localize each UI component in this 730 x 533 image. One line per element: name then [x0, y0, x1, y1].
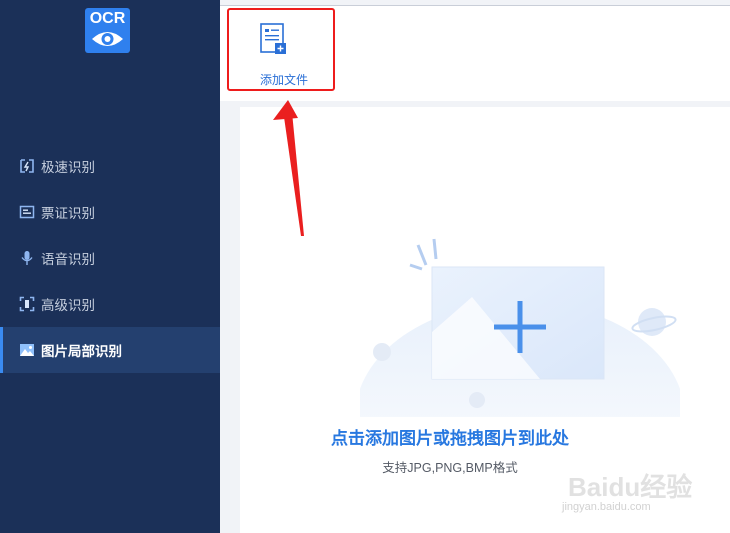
eye-icon — [92, 32, 123, 46]
sidebar: OCR 极速识别 票证识别 语音识别 高级识别 图片局部识别 — [0, 0, 220, 533]
sidebar-item-voice-recognition[interactable]: 语音识别 — [0, 235, 220, 281]
image-icon — [20, 344, 34, 356]
sidebar-item-ticket-recognition[interactable]: 票证识别 — [0, 189, 220, 235]
add-file-label: 添加文件 — [259, 73, 308, 87]
sidebar-item-label: 高级识别 — [41, 298, 95, 313]
drop-zone[interactable]: 点击添加图片或拖拽图片到此处 支持JPG,PNG,BMP格式 — [240, 107, 730, 533]
sidebar-item-label: 图片局部识别 — [41, 344, 122, 359]
sidebar-item-label: 极速识别 — [41, 160, 95, 175]
ticket-icon — [19, 205, 35, 219]
sidebar-item-advanced-recognition[interactable]: 高级识别 — [0, 281, 220, 327]
sidebar-nav: 极速识别 票证识别 语音识别 高级识别 图片局部识别 — [0, 143, 220, 373]
sidebar-item-label: 票证识别 — [41, 206, 95, 221]
add-image-illustration — [360, 238, 680, 417]
sidebar-item-fast-recognition[interactable]: 极速识别 — [0, 143, 220, 189]
lightning-scan-icon — [20, 159, 34, 173]
app-logo: OCR — [85, 8, 130, 53]
sidebar-item-label: 语音识别 — [41, 252, 95, 267]
scan-frame-icon — [19, 296, 35, 312]
toolbar: 添加文件 — [220, 6, 730, 101]
microphone-icon — [21, 251, 33, 265]
drop-zone-title: 点击添加图片或拖拽图片到此处 — [331, 429, 569, 448]
add-file-button[interactable]: 添加文件 — [240, 16, 328, 90]
sidebar-item-image-partial-recognition[interactable]: 图片局部识别 — [0, 327, 220, 373]
logo-text: OCR — [89, 10, 126, 27]
add-document-icon — [260, 23, 286, 54]
drop-zone-subtitle: 支持JPG,PNG,BMP格式 — [382, 461, 518, 475]
